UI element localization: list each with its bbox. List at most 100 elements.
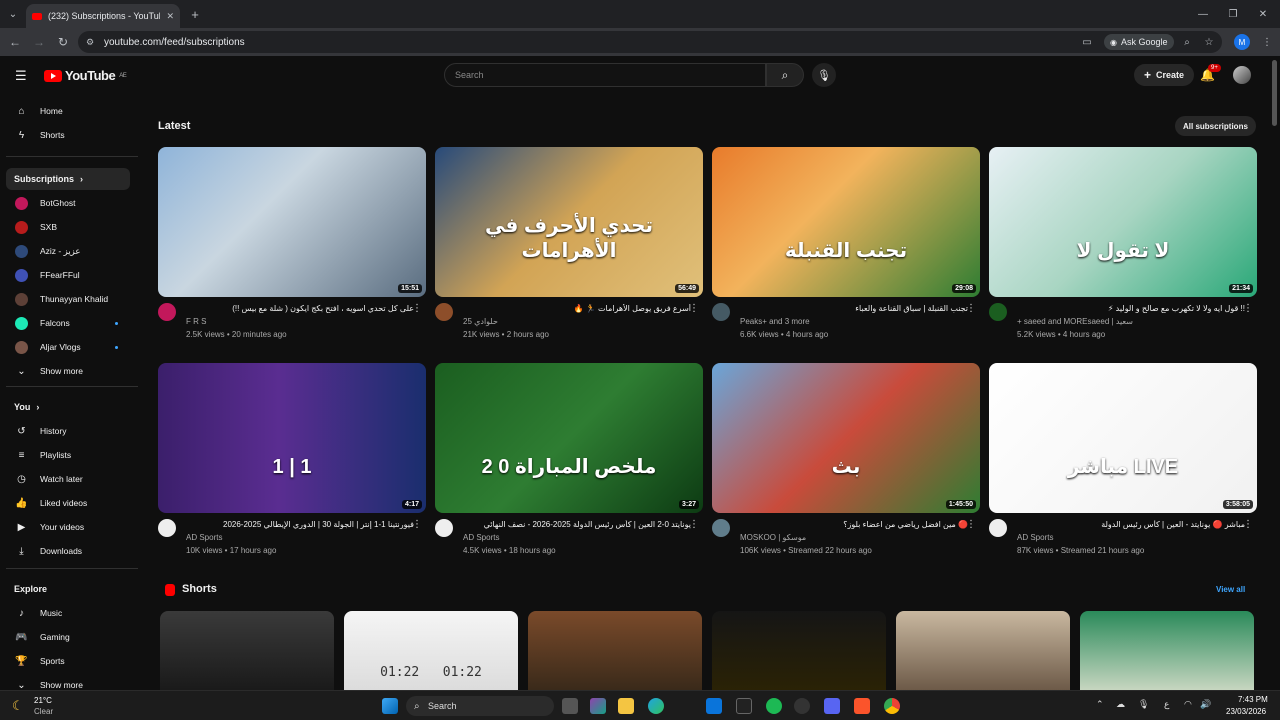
create-button[interactable]: + Create <box>1134 64 1195 86</box>
windows-start-icon[interactable] <box>382 698 398 714</box>
edge-icon[interactable] <box>648 698 664 714</box>
video-card[interactable]: بث 1:45:50 🔴 مين افضل رياضي من اعضاء بلوز؟… <box>712 363 980 565</box>
capcut-icon[interactable] <box>736 698 752 714</box>
video-title[interactable]: تجنب القنبلة | سباق القناعة والعباء <box>740 304 968 313</box>
channel-avatar[interactable] <box>712 303 730 321</box>
more-actions-icon[interactable]: ⋮ <box>689 303 699 314</box>
short-card[interactable]: 01:22 01:22 <box>344 611 518 690</box>
short-card[interactable] <box>528 611 702 690</box>
search-button[interactable]: ⌕ <box>766 63 804 87</box>
minimize-icon[interactable]: — <box>1196 7 1210 21</box>
browser-menu-icon[interactable]: ⋮ <box>1260 35 1274 49</box>
weather-temp[interactable]: 21°C <box>34 696 52 705</box>
channel-avatar[interactable] <box>435 303 453 321</box>
sidebar-channel[interactable]: BotGhost <box>6 192 130 214</box>
sidebar-channel[interactable]: SXB <box>6 216 130 238</box>
video-title[interactable]: يونايتد 0-2 العين | كأس رئيس الدولة 2025… <box>463 520 691 529</box>
video-card[interactable]: 1 | 1 4:17 فيورنتينا 1-1 إنتر | الجولة 30 … <box>158 363 426 565</box>
sidebar-item-music[interactable]: ♪ Music <box>6 602 130 624</box>
back-icon[interactable]: ← <box>8 35 22 49</box>
more-actions-icon[interactable]: ⋮ <box>1243 519 1253 530</box>
channel-name[interactable]: F R S <box>186 317 206 326</box>
brave-icon[interactable] <box>854 698 870 714</box>
video-title[interactable]: أسرع فريق يوصل الأهرامات 🏃 🔥 <box>463 304 691 313</box>
channel-name[interactable]: MOSKOO | موسكو <box>740 533 806 542</box>
sidebar-item-history[interactable]: ↺ History <box>6 420 130 442</box>
tab-close-icon[interactable]: ✕ <box>166 11 174 22</box>
sidebar-item-shorts[interactable]: ϟ Shorts <box>6 124 130 146</box>
video-title[interactable]: 🔴 مين افضل رياضي من اعضاء بلوز؟ <box>740 520 968 529</box>
more-actions-icon[interactable]: ⋮ <box>412 303 422 314</box>
channel-name[interactable]: AD Sports <box>1017 533 1053 542</box>
wifi-icon[interactable]: ◠ <box>1184 699 1192 710</box>
video-card[interactable]: مباشر LIVE 3:58:05 مباشر 🔴 يونايتد - العين… <box>989 363 1257 565</box>
sidebar-item-sports[interactable]: 🏆 Sports <box>6 650 130 672</box>
ask-google-button[interactable]: ◉ Ask Google <box>1104 34 1174 50</box>
video-card[interactable]: 15:51 على كل تحدي اسويه ، افتح بكج ايكون … <box>158 147 426 349</box>
short-card[interactable] <box>712 611 886 690</box>
widgets-icon[interactable] <box>590 698 606 714</box>
video-thumbnail[interactable]: تجنب القنبلة 29:08 <box>712 147 980 297</box>
sidebar-channel[interactable]: Falcons <box>6 312 130 334</box>
video-thumbnail[interactable]: 1 | 1 4:17 <box>158 363 426 513</box>
sidebar-item-playlists[interactable]: ≡ Playlists <box>6 444 130 466</box>
video-thumbnail[interactable]: لا تقول لا 21:34 <box>989 147 1257 297</box>
video-thumbnail[interactable]: 2 0 ملخص المباراة 3:27 <box>435 363 703 513</box>
address-bar[interactable]: ⚙ youtube.com/feed/subscriptions <box>78 31 1222 53</box>
voice-search-button[interactable]: 🎙 <box>812 63 836 87</box>
steam-icon[interactable] <box>794 698 810 714</box>
video-card[interactable]: 2 0 ملخص المباراة 3:27 يونايتد 0-2 العين |… <box>435 363 703 565</box>
video-title[interactable]: على كل تحدي اسويه ، افتح بكج ايكون ( شلة… <box>186 304 414 313</box>
more-actions-icon[interactable]: ⋮ <box>412 519 422 530</box>
browser-tab[interactable]: (232) Subscriptions - YouTube ✕ <box>26 4 180 28</box>
channel-avatar[interactable] <box>158 303 176 321</box>
chrome-icon[interactable] <box>884 698 900 714</box>
sidebar-item-your-videos[interactable]: ▶ Your videos <box>6 516 130 538</box>
search-input[interactable]: Search <box>444 63 766 87</box>
sidebar-channel[interactable]: Thunayyan Khalid <box>6 288 130 310</box>
all-subscriptions-button[interactable]: All subscriptions <box>1175 116 1256 136</box>
file-explorer-icon[interactable] <box>618 698 634 714</box>
more-actions-icon[interactable]: ⋮ <box>966 519 976 530</box>
zoom-icon[interactable]: ⌕ <box>1180 35 1194 49</box>
bookmark-star-icon[interactable]: ☆ <box>1202 35 1216 49</box>
task-view-icon[interactable] <box>562 698 578 714</box>
more-actions-icon[interactable]: ⋮ <box>689 519 699 530</box>
spotify-icon[interactable] <box>766 698 782 714</box>
channel-avatar[interactable] <box>989 303 1007 321</box>
sidebar-channel[interactable]: FFearFFul <box>6 264 130 286</box>
close-window-icon[interactable]: ✕ <box>1256 7 1270 21</box>
profile-avatar[interactable]: M <box>1234 34 1250 50</box>
taskbar-search[interactable]: ⌕ Search <box>406 696 554 716</box>
tab-search-icon[interactable]: ⌄ <box>6 7 20 21</box>
video-thumbnail[interactable]: 15:51 <box>158 147 426 297</box>
reload-icon[interactable]: ↻ <box>56 35 70 49</box>
tray-mic-icon[interactable]: 🎙 <box>1138 699 1149 710</box>
sidebar-you-header[interactable]: You › <box>6 396 130 418</box>
sidebar-channel[interactable]: Aljar Vlogs <box>6 336 130 358</box>
channel-name[interactable]: 25 حلوادي <box>463 317 498 326</box>
short-card[interactable] <box>160 611 334 690</box>
input-language[interactable]: ع <box>1164 699 1169 710</box>
sidebar-item-gaming[interactable]: 🎮 Gaming <box>6 626 130 648</box>
channel-avatar[interactable] <box>712 519 730 537</box>
more-actions-icon[interactable]: ⋮ <box>966 303 976 314</box>
clock-date[interactable]: 23/03/2026 <box>1226 707 1266 716</box>
forward-icon[interactable]: → <box>32 35 46 49</box>
channel-name[interactable]: + saeed and MOREsaeed | سعيد <box>1017 317 1133 326</box>
restore-icon[interactable]: ❐ <box>1226 7 1240 21</box>
channel-name[interactable]: AD Sports <box>463 533 499 542</box>
sidebar-item-liked-videos[interactable]: 👍 Liked videos <box>6 492 130 514</box>
clock-time[interactable]: 7:43 PM <box>1238 695 1268 704</box>
sidebar-channel[interactable]: Aziz - عزيز <box>6 240 130 262</box>
volume-icon[interactable]: 🔊 <box>1200 699 1211 710</box>
video-thumbnail[interactable]: تحدي الأحرف في الأهرامات 56:49 <box>435 147 703 297</box>
channel-avatar[interactable] <box>435 519 453 537</box>
site-info-icon[interactable]: ⚙ <box>86 37 94 48</box>
more-actions-icon[interactable]: ⋮ <box>1243 303 1253 314</box>
new-tab-icon[interactable]: + <box>188 7 202 22</box>
view-all-shorts-link[interactable]: View all <box>1216 585 1245 594</box>
video-thumbnail[interactable]: مباشر LIVE 3:58:05 <box>989 363 1257 513</box>
cast-icon[interactable]: ▭ <box>1080 35 1094 49</box>
channel-avatar[interactable] <box>989 519 1007 537</box>
